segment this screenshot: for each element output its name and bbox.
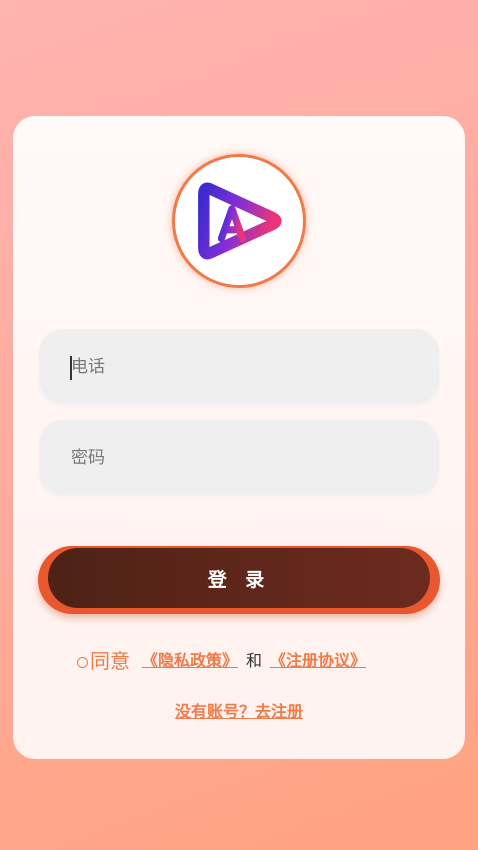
agree-label: 同意 xyxy=(90,648,130,673)
login-card: 登 录 同意 《隐私政策》 和 《注册协议》 没有账号？去注册 xyxy=(13,116,465,759)
phone-input[interactable] xyxy=(71,356,411,377)
privacy-policy-link[interactable]: 《隐私政策》 xyxy=(142,647,238,671)
terms-link[interactable]: 《注册协议》 xyxy=(270,647,366,671)
play-logo-icon xyxy=(198,182,282,260)
login-button-frame: 登 录 xyxy=(38,546,440,614)
text-caret xyxy=(70,356,72,380)
agreement-row: 同意 《隐私政策》 和 《注册协议》 xyxy=(77,644,417,674)
app-logo xyxy=(172,154,306,288)
password-input[interactable] xyxy=(71,447,411,468)
and-label: 和 xyxy=(246,651,263,670)
login-button[interactable]: 登 录 xyxy=(48,548,430,608)
register-link[interactable]: 没有账号？去注册 xyxy=(175,702,303,721)
register-row: 没有账号？去注册 xyxy=(13,698,465,722)
password-field[interactable] xyxy=(39,420,439,495)
phone-field[interactable] xyxy=(39,329,439,404)
agree-radio-icon[interactable] xyxy=(77,656,88,668)
